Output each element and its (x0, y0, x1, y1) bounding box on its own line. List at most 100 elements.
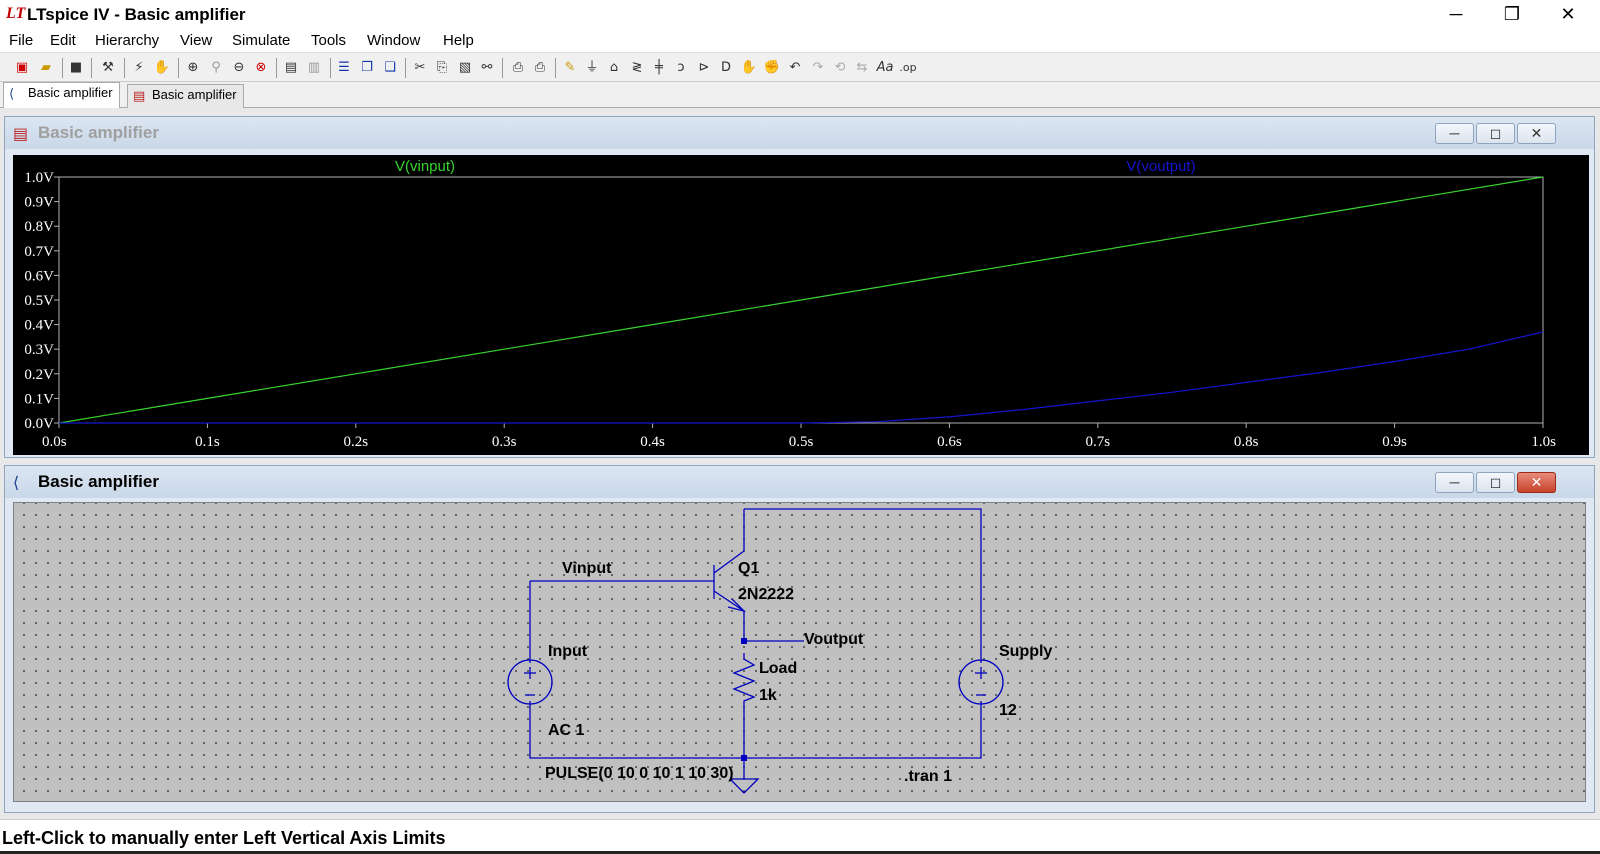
schematic-window-title: Basic amplifier (38, 472, 159, 491)
plot-background (13, 155, 1589, 455)
zoom-in-icon[interactable]: ⊕ (183, 58, 203, 78)
tab-label: Basic amplifier (28, 85, 113, 100)
zoom-out-area-icon[interactable]: ⚲ (206, 58, 226, 78)
component-icon[interactable]: ᗞ (716, 58, 736, 78)
menu-view[interactable]: View (180, 32, 212, 49)
x-tick-label: 0.9s (1382, 434, 1407, 450)
window-title: LTspice IV - Basic amplifier (27, 5, 246, 24)
schematic-close-button[interactable]: ✕ (1517, 472, 1556, 493)
menu-bar: File Edit Hierarchy View Simulate Tools … (0, 30, 1600, 52)
waveform-plot[interactable]: 0.0V 0.1V 0.2V 0.3V 0.4V 0.5V 0.6V 0.7V 0.8V 0.9V… (13, 155, 1589, 455)
waveform-maximize-button[interactable]: ◻ (1476, 123, 1515, 144)
x-tick-label: 0.3s (492, 434, 517, 450)
x-tick-label: 0.0s (42, 434, 67, 450)
q1-name[interactable]: Q1 (738, 560, 759, 578)
waveform-window-title: Basic amplifier (38, 123, 159, 142)
schematic-drawing (507, 508, 1004, 794)
close-button[interactable]: ✕ (1540, 0, 1596, 30)
spice-directive[interactable]: .tran 1 (904, 768, 952, 786)
drag-icon[interactable]: ✊ (762, 58, 782, 78)
menu-tools[interactable]: Tools (311, 32, 346, 49)
x-tick-label: 1.0s (1531, 434, 1556, 450)
waveform-icon: ▤ (13, 126, 29, 143)
zoom-out-icon[interactable]: ⊖ (229, 58, 249, 78)
y-tick-label: 0.9V (24, 195, 54, 211)
diode-icon[interactable]: ⊳ (694, 58, 714, 78)
open-icon[interactable]: ▰ (36, 58, 56, 78)
control-panel-icon[interactable]: ⚒ (98, 58, 118, 78)
tile-vertical-icon[interactable]: ❏ (380, 58, 400, 78)
input-ac[interactable]: AC 1 (548, 722, 584, 740)
wire-icon[interactable]: ✎ (560, 58, 580, 78)
tile-horizontal-icon[interactable]: ☰ (334, 58, 354, 78)
resistor-icon[interactable]: ≷ (627, 58, 647, 78)
label-icon[interactable]: ⌂ (604, 58, 624, 78)
menu-hierarchy[interactable]: Hierarchy (95, 32, 159, 49)
schematic-maximize-button[interactable]: ◻ (1476, 472, 1515, 493)
new-schematic-icon[interactable]: ▣ (12, 58, 32, 78)
x-tick-label: 0.7s (1086, 434, 1111, 450)
view-icon[interactable]: ▥ (304, 58, 324, 78)
cut-icon[interactable]: ✂ (410, 58, 430, 78)
menu-simulate[interactable]: Simulate (232, 32, 290, 49)
x-tick-label: 0.2s (344, 434, 369, 450)
load-name[interactable]: Load (759, 660, 797, 678)
print-preview-icon[interactable]: ⎙ (508, 58, 528, 78)
find-icon[interactable]: ⚯ (477, 58, 497, 78)
ground-symbol (729, 778, 760, 794)
schematic-minimize-button[interactable]: ─ (1435, 472, 1474, 493)
run-icon[interactable]: ⚡ (129, 58, 149, 78)
rotate-icon[interactable]: ⟲ (830, 58, 850, 78)
tab-schematic[interactable]: ⟨ Basic amplifier (3, 82, 120, 108)
spice-directive-icon[interactable]: .op (898, 58, 918, 78)
waveform-minimize-button[interactable]: ─ (1435, 123, 1474, 144)
y-tick-label: 0.7V (24, 244, 54, 260)
net-label-voutput[interactable]: Voutput (804, 631, 863, 649)
input-name[interactable]: Input (548, 643, 587, 661)
move-icon[interactable]: ✋ (739, 58, 759, 78)
input-pulse[interactable]: PULSE(0 10 0 10 1 10 30) (545, 765, 734, 783)
load-value[interactable]: 1k (759, 687, 777, 705)
y-tick-label: 0.6V (24, 268, 54, 284)
print-icon[interactable]: ⎙ (530, 58, 550, 78)
text-icon[interactable]: Aa (875, 58, 895, 78)
paste-icon[interactable]: ▧ (455, 58, 475, 78)
net-label-vinput[interactable]: Vinput (562, 560, 611, 578)
supply-name[interactable]: Supply (999, 643, 1052, 661)
status-bar: Left-Click to manually enter Left Vertic… (0, 819, 1600, 854)
waveform-window: ▤ Basic amplifier ─ ◻ ✕ 0.0V 0.1V 0.2V 0.3V… (4, 116, 1595, 458)
waveform-titlebar: ▤ Basic amplifier ─ ◻ ✕ (5, 117, 1594, 149)
wire-supply-bottom (744, 701, 982, 759)
cascade-icon[interactable]: ❐ (357, 58, 377, 78)
copy-icon[interactable]: ⎘ (432, 58, 452, 78)
mirror-icon[interactable]: ⇆ (852, 58, 872, 78)
schematic-canvas[interactable]: Vinput Q1 2N2222 Voutput Load 1k Input A… (13, 502, 1586, 802)
y-tick-label: 0.3V (24, 342, 54, 358)
tab-waveform[interactable]: ▤ Basic amplifier (127, 84, 244, 108)
menu-window[interactable]: Window (367, 32, 420, 49)
minimize-button[interactable]: ─ (1428, 0, 1484, 30)
menu-edit[interactable]: Edit (50, 32, 76, 49)
x-tick-label: 0.4s (640, 434, 665, 450)
legend-voutput[interactable]: V(voutput) (1126, 158, 1195, 175)
capacitor-icon[interactable]: ╪ (649, 58, 669, 78)
ground-icon[interactable]: ⏚ (582, 58, 602, 78)
q1-model[interactable]: 2N2222 (738, 586, 794, 604)
toolbar: ▣ ▰ ■ ⚒ ⚡ ✋ ⊕ ⚲ ⊖ ⊗ ▤ ▥ ☰ ❐ ❏ ✂ ⎘ ▧ ⚯ ⎙ … (0, 52, 1600, 82)
tab-strip: ⟨ Basic amplifier ▤ Basic amplifier (0, 82, 1600, 108)
save-icon[interactable]: ■ (66, 58, 86, 78)
autorange-icon[interactable]: ▤ (281, 58, 301, 78)
halt-icon[interactable]: ✋ (152, 58, 172, 78)
waveform-close-button[interactable]: ✕ (1517, 123, 1556, 144)
schematic-icon: ⟨ (13, 475, 20, 492)
maximize-button[interactable]: ❐ (1484, 0, 1540, 30)
supply-value[interactable]: 12 (999, 702, 1017, 720)
title-bar: LT LTspice IV - Basic amplifier ─ ❐ ✕ (0, 0, 1600, 30)
inductor-icon[interactable]: ↄ (671, 58, 691, 78)
zoom-fit-icon[interactable]: ⊗ (251, 58, 271, 78)
menu-file[interactable]: File (9, 32, 33, 49)
legend-vinput[interactable]: V(vinput) (395, 158, 455, 175)
undo-icon[interactable]: ↶ (785, 58, 805, 78)
redo-icon[interactable]: ↷ (808, 58, 828, 78)
menu-help[interactable]: Help (443, 32, 474, 49)
